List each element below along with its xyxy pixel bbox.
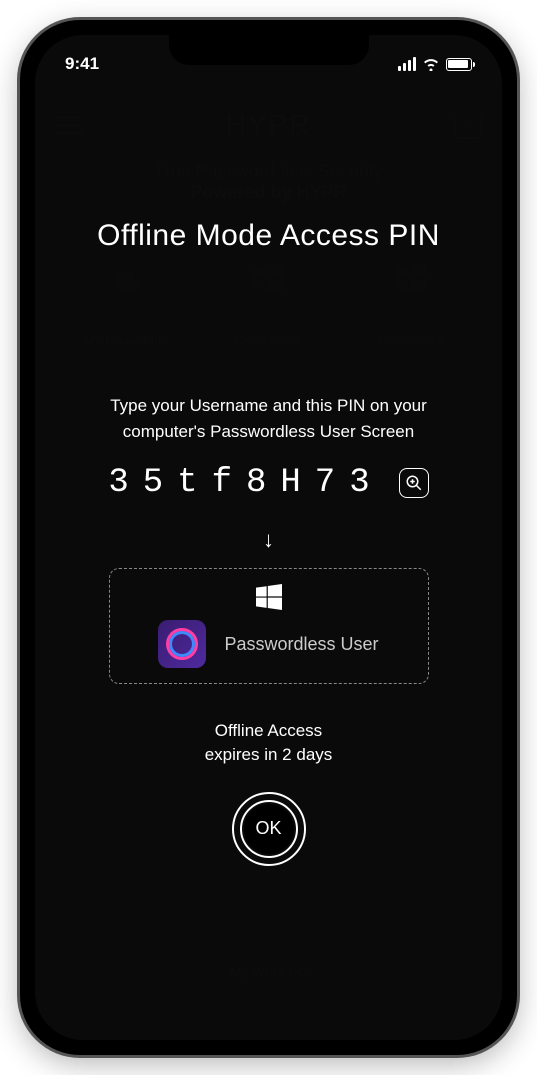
status-icons <box>398 57 472 71</box>
phone-screen: 9:41 HYPR + Tr <box>35 35 502 1040</box>
windows-icon <box>256 584 282 610</box>
overlay-title: Offline Mode Access PIN <box>97 219 440 253</box>
signal-icon <box>398 57 416 71</box>
cortana-icon <box>158 620 206 668</box>
wifi-icon <box>422 57 440 71</box>
expiry-text: Offline Access expires in 2 days <box>205 719 333 767</box>
phone-frame: 9:41 HYPR + Tr <box>20 20 517 1055</box>
notch <box>169 35 369 65</box>
status-time: 9:41 <box>65 54 99 74</box>
battery-icon <box>446 58 472 71</box>
arrow-down-icon: ↓ <box>263 527 274 553</box>
target-user-label: Passwordless User <box>224 634 378 655</box>
pin-code: 35tf8H73 <box>108 464 383 502</box>
ok-button-label: OK <box>244 804 294 854</box>
offline-pin-overlay: Offline Mode Access PIN Type your Userna… <box>35 79 502 1040</box>
target-computer-box: Passwordless User <box>109 568 429 684</box>
magnify-plus-icon <box>405 474 423 492</box>
overlay-instruction: Type your Username and this PIN on your … <box>70 393 467 444</box>
zoom-button[interactable] <box>399 468 429 498</box>
ok-button[interactable]: OK <box>232 792 306 866</box>
